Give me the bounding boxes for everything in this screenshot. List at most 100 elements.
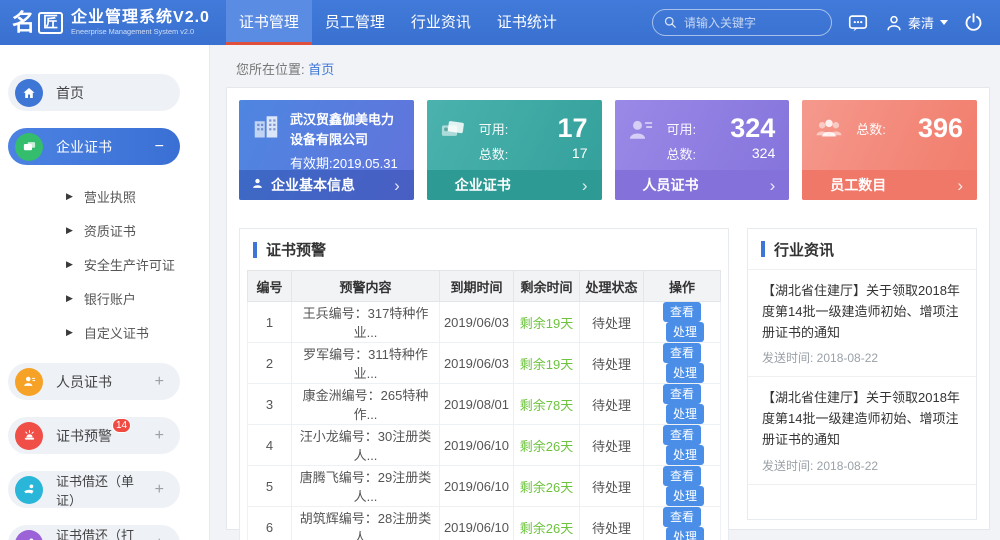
sidebar-item-company-cert[interactable]: 企业证书 − xyxy=(8,128,180,165)
chevron-down-icon xyxy=(940,20,948,25)
logo: 名 匠 企业管理系统V2.0 Eneerprise Management Sys… xyxy=(0,0,226,45)
cell-actions: 查看处理 xyxy=(644,343,721,384)
cell-status: 待处理 xyxy=(580,466,644,507)
news-item[interactable]: 【湖北省住建厅】关于领取2018年度第14批一级建造师初始、增项注册证书的通知 … xyxy=(748,270,976,377)
view-button[interactable]: 查看 xyxy=(663,302,701,322)
breadcrumb-prefix: 您所在位置: xyxy=(236,62,305,77)
total-value: 396 xyxy=(918,113,963,143)
sidebar-item-cert-borrow-single[interactable]: 证书借还（单证） + xyxy=(8,471,180,508)
cell-status: 待处理 xyxy=(580,302,644,343)
sidebar-item-home[interactable]: 首页 xyxy=(8,74,180,111)
logout-power-icon[interactable] xyxy=(963,12,984,33)
tab-industry-news[interactable]: 行业资讯 xyxy=(398,0,484,45)
sub-item-label: 资质证书 xyxy=(84,221,136,240)
handle-button[interactable]: 处理 xyxy=(666,363,704,383)
cell-due: 2019/06/10 xyxy=(440,507,514,540)
cert-alert-header: 证书预警 xyxy=(240,229,728,270)
username: 秦清 xyxy=(908,13,934,32)
employees-link[interactable]: 员工数目 › xyxy=(802,170,977,200)
cert-alert-title: 证书预警 xyxy=(266,239,326,260)
stat-cards: 武汉贸鑫伽美电力设备有限公司 有效期:2019.05.31 企业基本信息 › xyxy=(239,100,977,200)
view-button[interactable]: 查看 xyxy=(663,507,701,527)
industry-news-title: 行业资讯 xyxy=(774,239,834,260)
cell-no: 5 xyxy=(248,466,292,507)
sidebar-subitem-bank-account[interactable]: ▶ 银行账户 xyxy=(66,281,209,315)
expand-plus-icon[interactable]: + xyxy=(155,374,164,390)
cell-actions: 查看处理 xyxy=(644,425,721,466)
news-item[interactable]: 【湖北省住建厅】关于领取2018年度第14批一级建造师初始、增项注册证书的通知 … xyxy=(748,377,976,484)
handle-button[interactable]: 处理 xyxy=(666,445,704,465)
table-row: 5 唐腾飞编号：29注册类人... 2019/06/10 剩余26天 待处理 查… xyxy=(248,466,721,507)
news-item-title: 【湖北省住建厅】关于领取2018年度第14批一级建造师初始、增项注册证书的通知 xyxy=(762,388,962,450)
sidebar-item-label: 证书借还（打包） xyxy=(56,525,142,540)
sidebar-subitem-business-license[interactable]: ▶ 营业执照 xyxy=(66,179,209,213)
cert-alert-label: 证书预警 xyxy=(56,428,112,444)
table-row: 1 王兵编号：317特种作业... 2019/06/03 剩余19天 待处理 查… xyxy=(248,302,721,343)
person-cert-link[interactable]: 人员证书 › xyxy=(615,170,790,200)
triangle-right-icon: ▶ xyxy=(66,328,73,337)
available-value: 17 xyxy=(557,113,587,143)
view-button[interactable]: 查看 xyxy=(663,466,701,486)
chevron-right-icon: › xyxy=(582,177,588,194)
cell-content: 唐腾飞编号：29注册类人... xyxy=(292,466,440,507)
view-button[interactable]: 查看 xyxy=(663,425,701,445)
search-input[interactable] xyxy=(684,16,821,30)
handle-button[interactable]: 处理 xyxy=(666,404,704,424)
tab-cert-management[interactable]: 证书管理 xyxy=(226,0,312,45)
company-cert-card: 可用: 17 总数: 17 企业证书 › xyxy=(427,100,602,200)
accent-bar xyxy=(253,242,257,258)
expand-plus-icon[interactable]: + xyxy=(155,428,164,444)
cell-no: 6 xyxy=(248,507,292,540)
view-button[interactable]: 查看 xyxy=(663,343,701,363)
handle-button[interactable]: 处理 xyxy=(666,486,704,506)
sub-item-label: 自定义证书 xyxy=(84,323,149,342)
col-header-status: 处理状态 xyxy=(580,271,644,302)
sidebar-item-label: 证书借还（单证） xyxy=(56,471,142,509)
view-button[interactable]: 查看 xyxy=(663,384,701,404)
alert-count-badge: 14 xyxy=(112,418,131,433)
total-value: 17 xyxy=(572,143,588,163)
search-box[interactable] xyxy=(652,9,832,36)
tab-cert-statistics[interactable]: 证书统计 xyxy=(484,0,570,45)
breadcrumb-home-link[interactable]: 首页 xyxy=(308,62,334,77)
expand-plus-icon[interactable]: + xyxy=(155,482,164,498)
company-info-link[interactable]: 企业基本信息 › xyxy=(239,170,414,200)
sidebar-item-cert-alert[interactable]: 证书预警14 + xyxy=(8,417,180,454)
company-name: 武汉贸鑫伽美电力设备有限公司 xyxy=(290,110,404,150)
triangle-right-icon: ▶ xyxy=(66,260,73,269)
building-icon xyxy=(251,110,281,172)
sidebar-item-cert-borrow-pack[interactable]: 证书借还（打包） + xyxy=(8,525,180,540)
logo-char-1: 名 xyxy=(12,11,35,34)
cell-status: 待处理 xyxy=(580,343,644,384)
sidebar-subitem-custom-cert[interactable]: ▶ 自定义证书 xyxy=(66,315,209,349)
available-label: 可用: xyxy=(667,119,697,138)
collapse-minus-icon[interactable]: − xyxy=(155,139,164,155)
cell-remain: 剩余19天 xyxy=(514,343,580,384)
cell-due: 2019/08/01 xyxy=(440,384,514,425)
table-header-row: 编号 预警内容 到期时间 剩余时间 处理状态 操作 xyxy=(248,271,721,302)
tab-employee-management[interactable]: 员工管理 xyxy=(312,0,398,45)
cell-remain: 剩余26天 xyxy=(514,507,580,540)
cell-actions: 查看处理 xyxy=(644,384,721,425)
sidebar-item-label: 首页 xyxy=(56,83,164,103)
sidebar-subitem-qualification-cert[interactable]: ▶ 资质证书 xyxy=(66,213,209,247)
company-cert-link[interactable]: 企业证书 › xyxy=(427,170,602,200)
card-footer-label: 人员证书 xyxy=(643,175,699,195)
cell-no: 2 xyxy=(248,343,292,384)
top-header: 名 匠 企业管理系统V2.0 Eneerprise Management Sys… xyxy=(0,0,1000,45)
card-footer-label: 企业证书 xyxy=(455,175,511,195)
cell-status: 待处理 xyxy=(580,507,644,540)
news-item-time: 发送时间: 2018-08-22 xyxy=(762,349,962,366)
user-menu[interactable]: 秦清 xyxy=(884,13,948,33)
message-icon[interactable] xyxy=(847,12,869,34)
person-small-icon xyxy=(251,177,264,193)
cell-actions: 查看处理 xyxy=(644,507,721,540)
sidebar-subitem-safety-permit[interactable]: ▶ 安全生产许可证 xyxy=(66,247,209,281)
triangle-right-icon: ▶ xyxy=(66,294,73,303)
handle-button[interactable]: 处理 xyxy=(666,527,704,540)
cell-remain: 剩余19天 xyxy=(514,302,580,343)
main-nav: 证书管理 员工管理 行业资讯 证书统计 xyxy=(226,0,570,45)
expand-plus-icon[interactable]: + xyxy=(155,536,164,540)
sidebar-item-person-cert[interactable]: 人员证书 + xyxy=(8,363,180,400)
handle-button[interactable]: 处理 xyxy=(666,322,704,342)
